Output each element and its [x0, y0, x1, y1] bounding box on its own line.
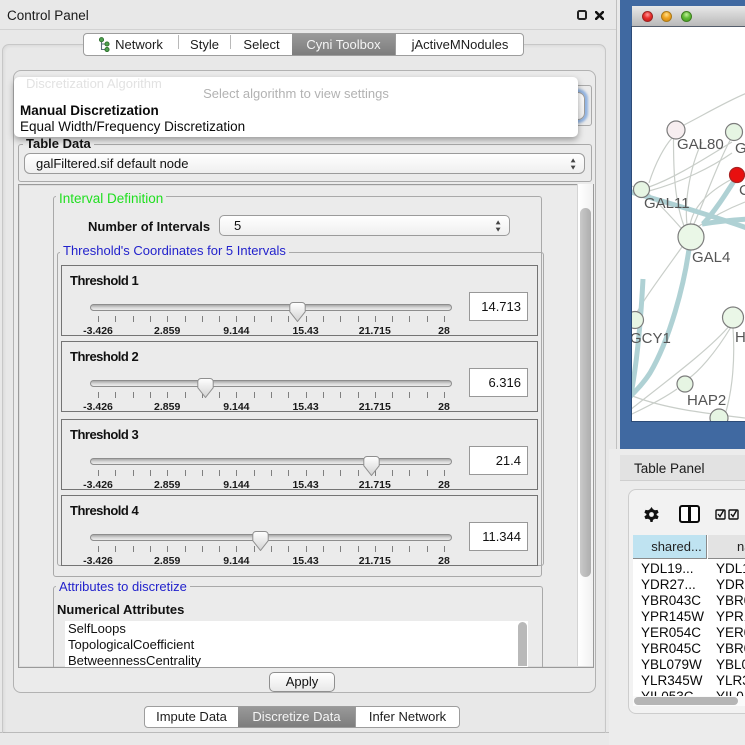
- svg-text:HAP2: HAP2: [687, 392, 726, 409]
- svg-text:GCY1: GCY1: [632, 330, 671, 347]
- svg-text:H: H: [735, 329, 745, 346]
- svg-text:GAL80: GAL80: [677, 136, 724, 153]
- svg-text:C: C: [739, 182, 745, 199]
- svg-text:GAL4: GAL4: [692, 249, 730, 266]
- svg-text:GA: GA: [735, 140, 745, 157]
- svg-text:GAL11: GAL11: [644, 195, 690, 212]
